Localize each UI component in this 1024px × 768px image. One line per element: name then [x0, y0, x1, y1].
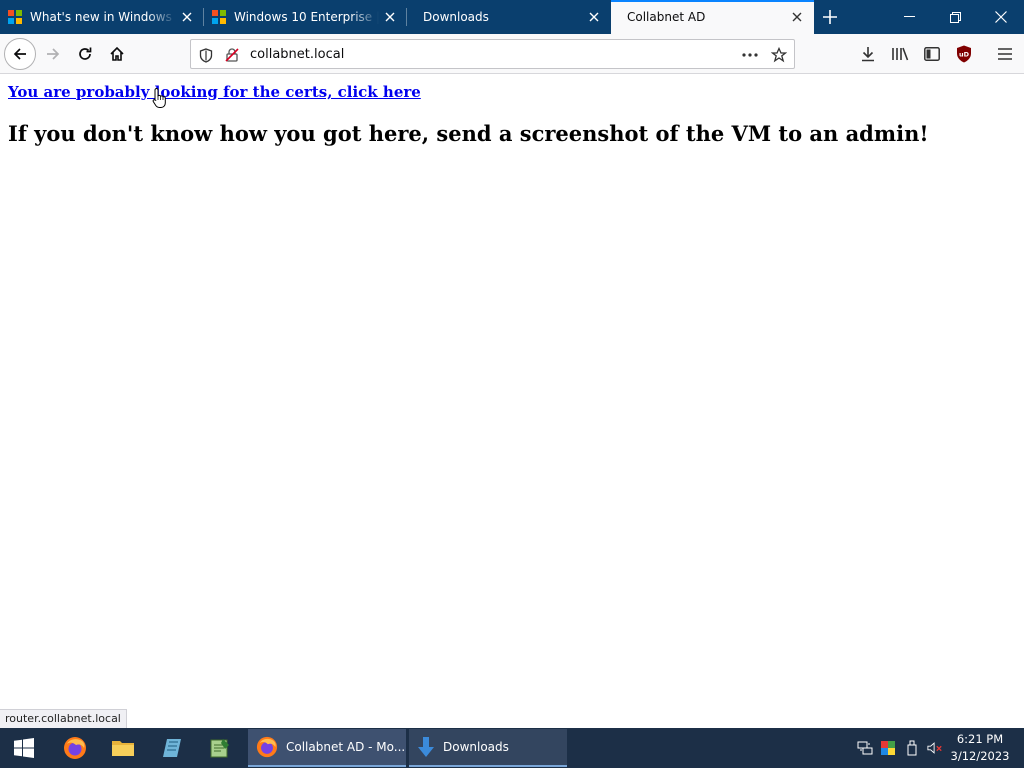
address-bar[interactable]: collabnet.local — [190, 39, 795, 69]
folder-icon — [112, 741, 134, 756]
ublock-origin-button[interactable]: uD — [948, 38, 980, 70]
task-label: Downloads — [443, 740, 509, 754]
library-button[interactable] — [884, 38, 916, 70]
plus-icon — [823, 10, 837, 24]
downloads-button[interactable] — [852, 38, 884, 70]
page-actions-icon[interactable] — [741, 46, 759, 64]
forward-arrow-icon — [47, 48, 60, 60]
insecure-connection-icon[interactable] — [223, 46, 241, 64]
close-window-button[interactable] — [978, 0, 1024, 34]
minimize-button[interactable] — [886, 0, 932, 34]
taskbar-pin-firefox[interactable] — [51, 728, 99, 768]
system-clock[interactable]: 6:21 PM 3/12/2023 — [944, 731, 1016, 765]
ublock-shield-icon: uD — [957, 45, 971, 63]
sidebar-button[interactable] — [916, 38, 948, 70]
restore-icon — [949, 11, 961, 23]
tab-collabnet-ad[interactable]: Collabnet AD — [611, 0, 814, 34]
close-icon — [995, 11, 1007, 23]
back-arrow-icon — [13, 48, 26, 60]
tab-title: Downloads — [423, 10, 489, 24]
status-bar-url: router.collabnet.local — [0, 709, 127, 728]
usb-device-icon[interactable] — [904, 740, 920, 756]
home-button[interactable] — [101, 38, 133, 70]
tracking-protection-shield-icon[interactable] — [197, 46, 215, 64]
close-icon[interactable] — [379, 6, 401, 28]
sidebar-icon — [924, 47, 940, 61]
restore-button[interactable] — [932, 0, 978, 34]
page-heading: If you don't know how you got here, send… — [8, 121, 929, 146]
page-content: You are probably looking for the certs, … — [0, 75, 1024, 728]
color-tool-tray-icon[interactable] — [880, 740, 896, 756]
reload-icon — [79, 47, 92, 60]
app-icon — [163, 739, 181, 757]
windows-logo-icon — [14, 738, 34, 758]
download-arrow-icon — [418, 737, 434, 757]
reload-button[interactable] — [69, 38, 101, 70]
notepad-icon — [210, 739, 229, 758]
clock-date: 3/12/2023 — [950, 749, 1010, 763]
firefox-icon — [64, 737, 86, 759]
taskbar-pin-app[interactable] — [148, 728, 196, 768]
bookmark-star-icon[interactable] — [770, 46, 788, 64]
volume-muted-icon[interactable] — [927, 740, 943, 756]
back-button[interactable] — [4, 38, 36, 70]
hamburger-menu-icon — [998, 48, 1012, 60]
library-icon — [892, 47, 909, 61]
tab-title: Collabnet AD — [627, 10, 706, 24]
close-icon[interactable] — [583, 6, 605, 28]
tab-windows-enterprise[interactable]: Windows 10 Enterprise | Mi — [204, 0, 407, 34]
forward-button[interactable] — [37, 38, 69, 70]
open-menu-button[interactable] — [989, 38, 1021, 70]
tab-title: What's new in Windows 10 — [30, 10, 176, 24]
tab-downloads[interactable]: Downloads — [407, 0, 611, 34]
minimize-icon — [903, 16, 915, 17]
tab-whats-new[interactable]: What's new in Windows 10 — [0, 0, 204, 34]
new-tab-button[interactable] — [814, 0, 846, 34]
taskbar-task-downloads[interactable]: Downloads — [409, 729, 567, 767]
taskbar-pin-editor[interactable] — [196, 728, 244, 768]
ublock-badge-text: uD — [959, 51, 970, 59]
taskbar-task-firefox[interactable]: Collabnet AD - Mo... — [248, 729, 406, 767]
start-button[interactable] — [0, 728, 48, 768]
navigation-toolbar: collabnet.local uD — [0, 34, 1024, 74]
network-icon[interactable] — [857, 740, 873, 756]
firefox-icon — [256, 736, 278, 758]
certs-link[interactable]: You are probably looking for the certs, … — [8, 83, 421, 101]
url-text[interactable]: collabnet.local — [250, 47, 344, 62]
microsoft-logo-icon — [8, 10, 22, 24]
download-icon — [862, 47, 874, 62]
tab-title: Windows 10 Enterprise | Mi — [234, 10, 379, 24]
close-icon[interactable] — [176, 6, 198, 28]
task-label: Collabnet AD - Mo... — [286, 740, 406, 754]
microsoft-logo-icon — [212, 10, 226, 24]
close-icon[interactable] — [786, 6, 808, 28]
tab-strip: What's new in Windows 10 Windows 10 Ente… — [0, 0, 1024, 34]
hand-pointer-cursor-icon — [152, 87, 166, 108]
taskbar-pin-file-explorer[interactable] — [99, 728, 147, 768]
windows-taskbar: Collabnet AD - Mo... Downloads 6:21 PM 3… — [0, 728, 1024, 768]
home-icon — [110, 46, 124, 61]
clock-time: 6:21 PM — [956, 732, 1004, 746]
